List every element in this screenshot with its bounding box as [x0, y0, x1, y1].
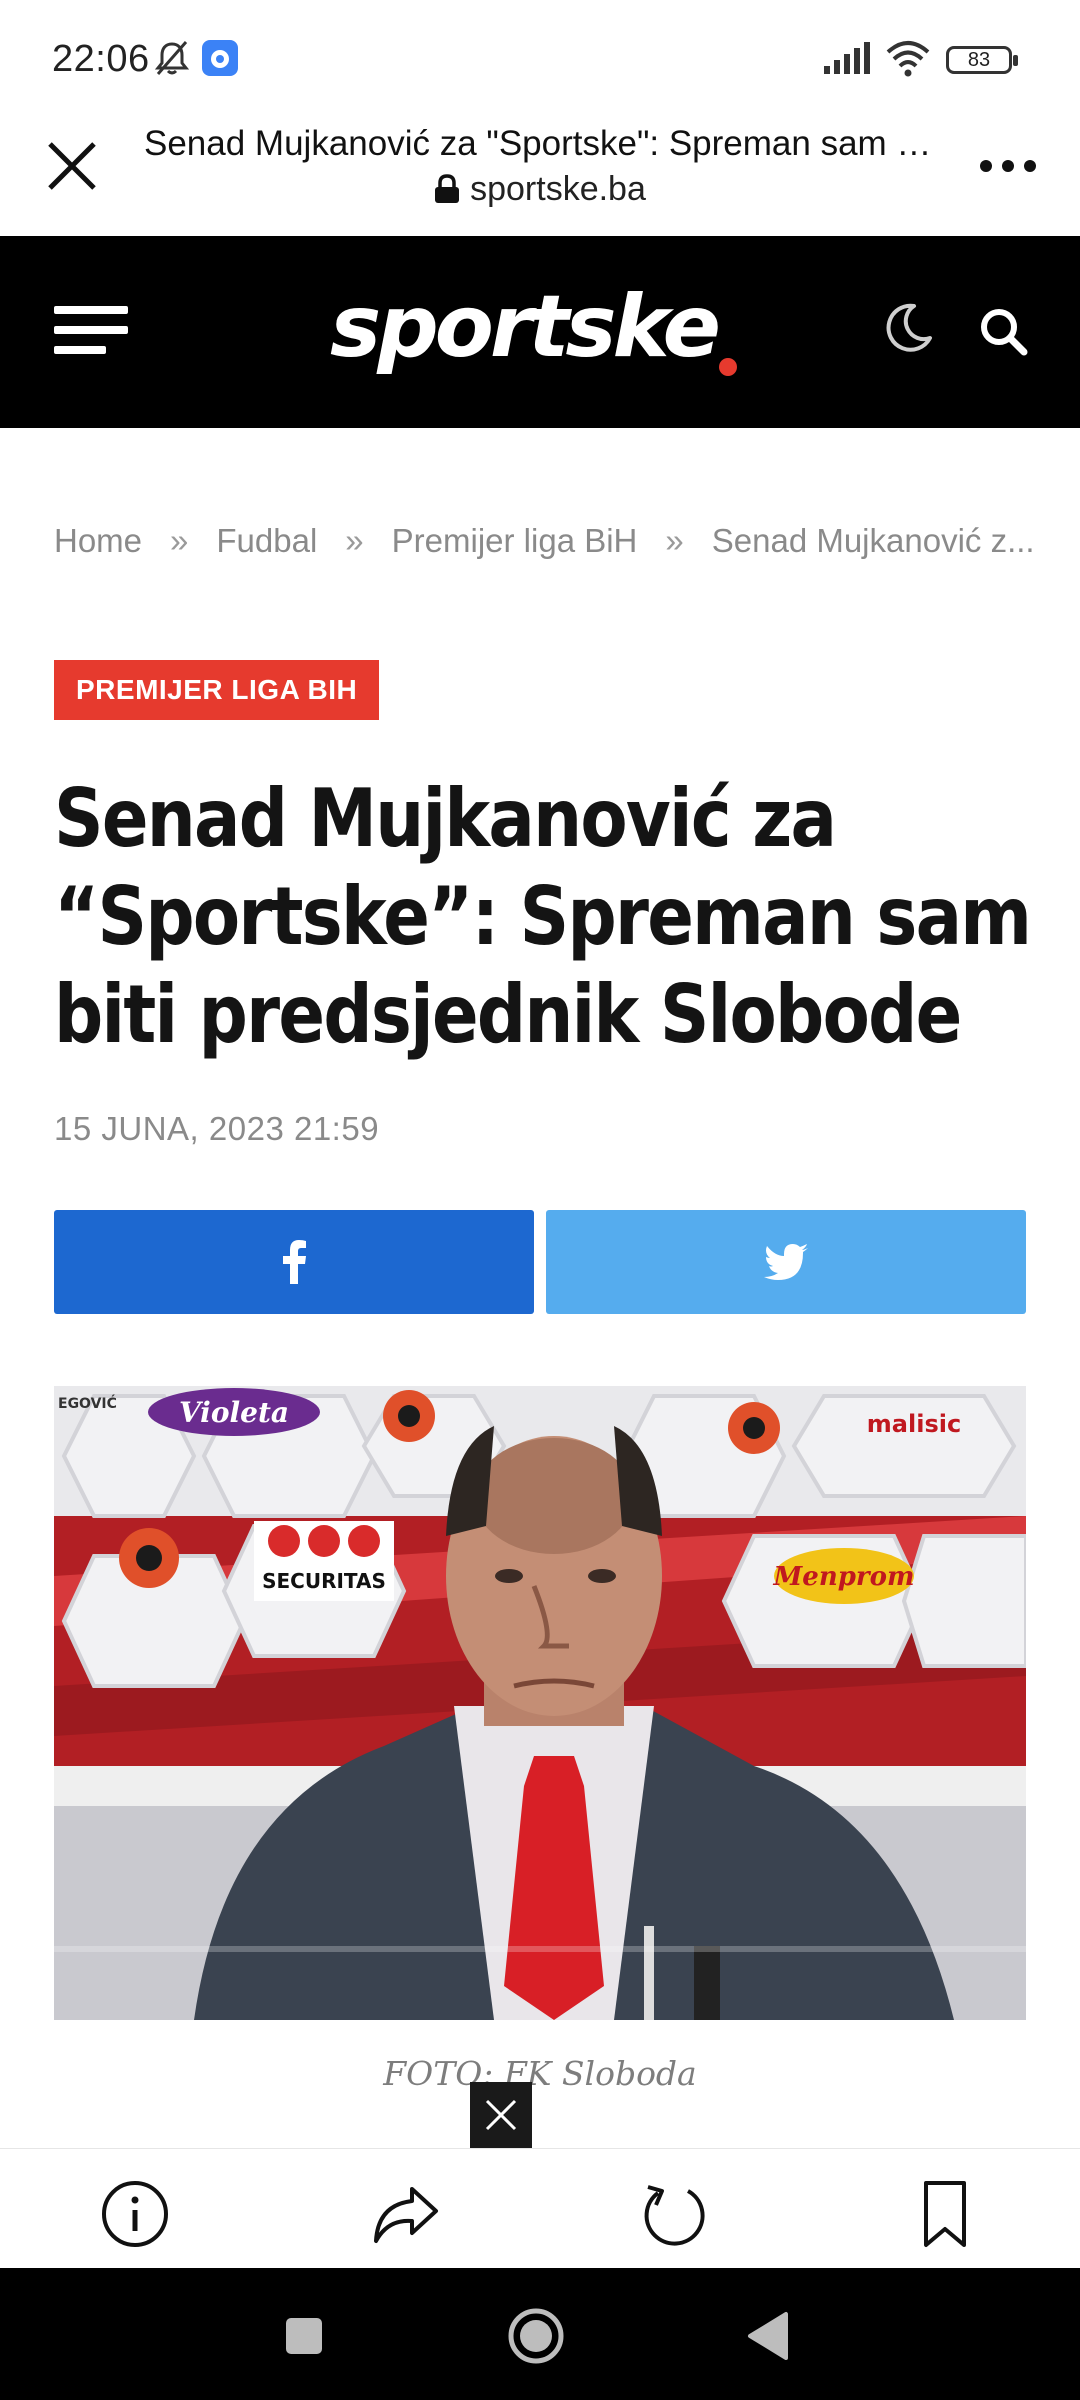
breadcrumb: Home » Fudbal » Premijer liga BiH » Senad Mujk… [54, 522, 1044, 560]
breadcrumb-home[interactable]: Home [54, 522, 142, 560]
breadcrumb-separator: » [345, 522, 364, 559]
app-notification-icon [202, 40, 238, 76]
sponsor-securitas: SECURITAS [262, 1569, 386, 1593]
status-bar: 22:06 83 [0, 0, 1080, 120]
url-display[interactable]: sportske.ba [0, 170, 1080, 209]
status-time: 22:06 [52, 38, 150, 80]
breadcrumb-current: Senad Mujkanović z... [711, 522, 1035, 559]
article-photo[interactable]: Violeta EGOVIĆ SECURITAS Menprom malisic [54, 1386, 1026, 2020]
bookmark-icon[interactable] [910, 2179, 980, 2249]
photo-caption: FOTO: FK Sloboda [383, 2054, 697, 2093]
hamburger-menu-icon[interactable] [54, 306, 128, 358]
breadcrumb-fudbal[interactable]: Fudbal [216, 522, 317, 560]
category-tag[interactable]: PREMIJER LIGA BIH [54, 660, 380, 720]
breadcrumb-separator: » [665, 522, 684, 559]
info-icon[interactable] [100, 2179, 170, 2249]
facebook-icon [283, 1240, 306, 1284]
system-navigation-bar [0, 2268, 1080, 2400]
facebook-share-button[interactable] [54, 1210, 534, 1314]
sponsor-violeta: Violeta [179, 1396, 289, 1429]
signal-icon [824, 42, 870, 74]
article-headline: Senad Mujkanović za “Sportske”: Spreman … [54, 772, 1032, 1061]
lock-icon [435, 174, 460, 203]
dark-mode-icon[interactable] [882, 302, 934, 354]
article-date: 15 JUNA, 2023 21:59 [54, 1110, 380, 1147]
close-icon [485, 2099, 517, 2131]
recent-apps-icon[interactable] [274, 2306, 334, 2366]
bell-off-icon [154, 41, 190, 75]
site-logo[interactable]: sportske [330, 272, 750, 382]
back-icon[interactable] [740, 2306, 800, 2366]
twitter-icon [764, 1244, 808, 1280]
share-icon[interactable] [370, 2179, 440, 2249]
logo-text: sportske [330, 277, 719, 377]
twitter-share-button[interactable] [546, 1210, 1026, 1314]
browser-bottom-toolbar [0, 2148, 1080, 2268]
home-icon[interactable] [506, 2306, 566, 2366]
breadcrumb-separator: » [170, 522, 189, 559]
browser-toolbar: Senad Mujkanović za "Sportske": Spreman … [0, 120, 1080, 236]
sponsor-egovic: EGOVIĆ [58, 1394, 117, 1412]
url-text: sportske.ba [470, 170, 646, 208]
sponsor-malisic: malisic [867, 1410, 961, 1438]
site-header: sportske [0, 236, 1080, 428]
photo-illustration: Violeta EGOVIĆ SECURITAS Menprom malisic [54, 1386, 1026, 2020]
search-icon[interactable] [978, 306, 1028, 356]
battery-icon: 83 [946, 46, 1018, 74]
more-options-icon[interactable] [976, 146, 1040, 186]
page-title: Senad Mujkanović za "Sportske": Spreman … [144, 124, 934, 163]
breadcrumb-premijer-liga[interactable]: Premijer liga BiH [392, 522, 638, 560]
ad-close-button[interactable] [470, 2082, 532, 2148]
sponsor-menprom: Menprom [773, 1562, 915, 1592]
wifi-icon [886, 41, 930, 77]
refresh-icon[interactable] [640, 2179, 710, 2249]
